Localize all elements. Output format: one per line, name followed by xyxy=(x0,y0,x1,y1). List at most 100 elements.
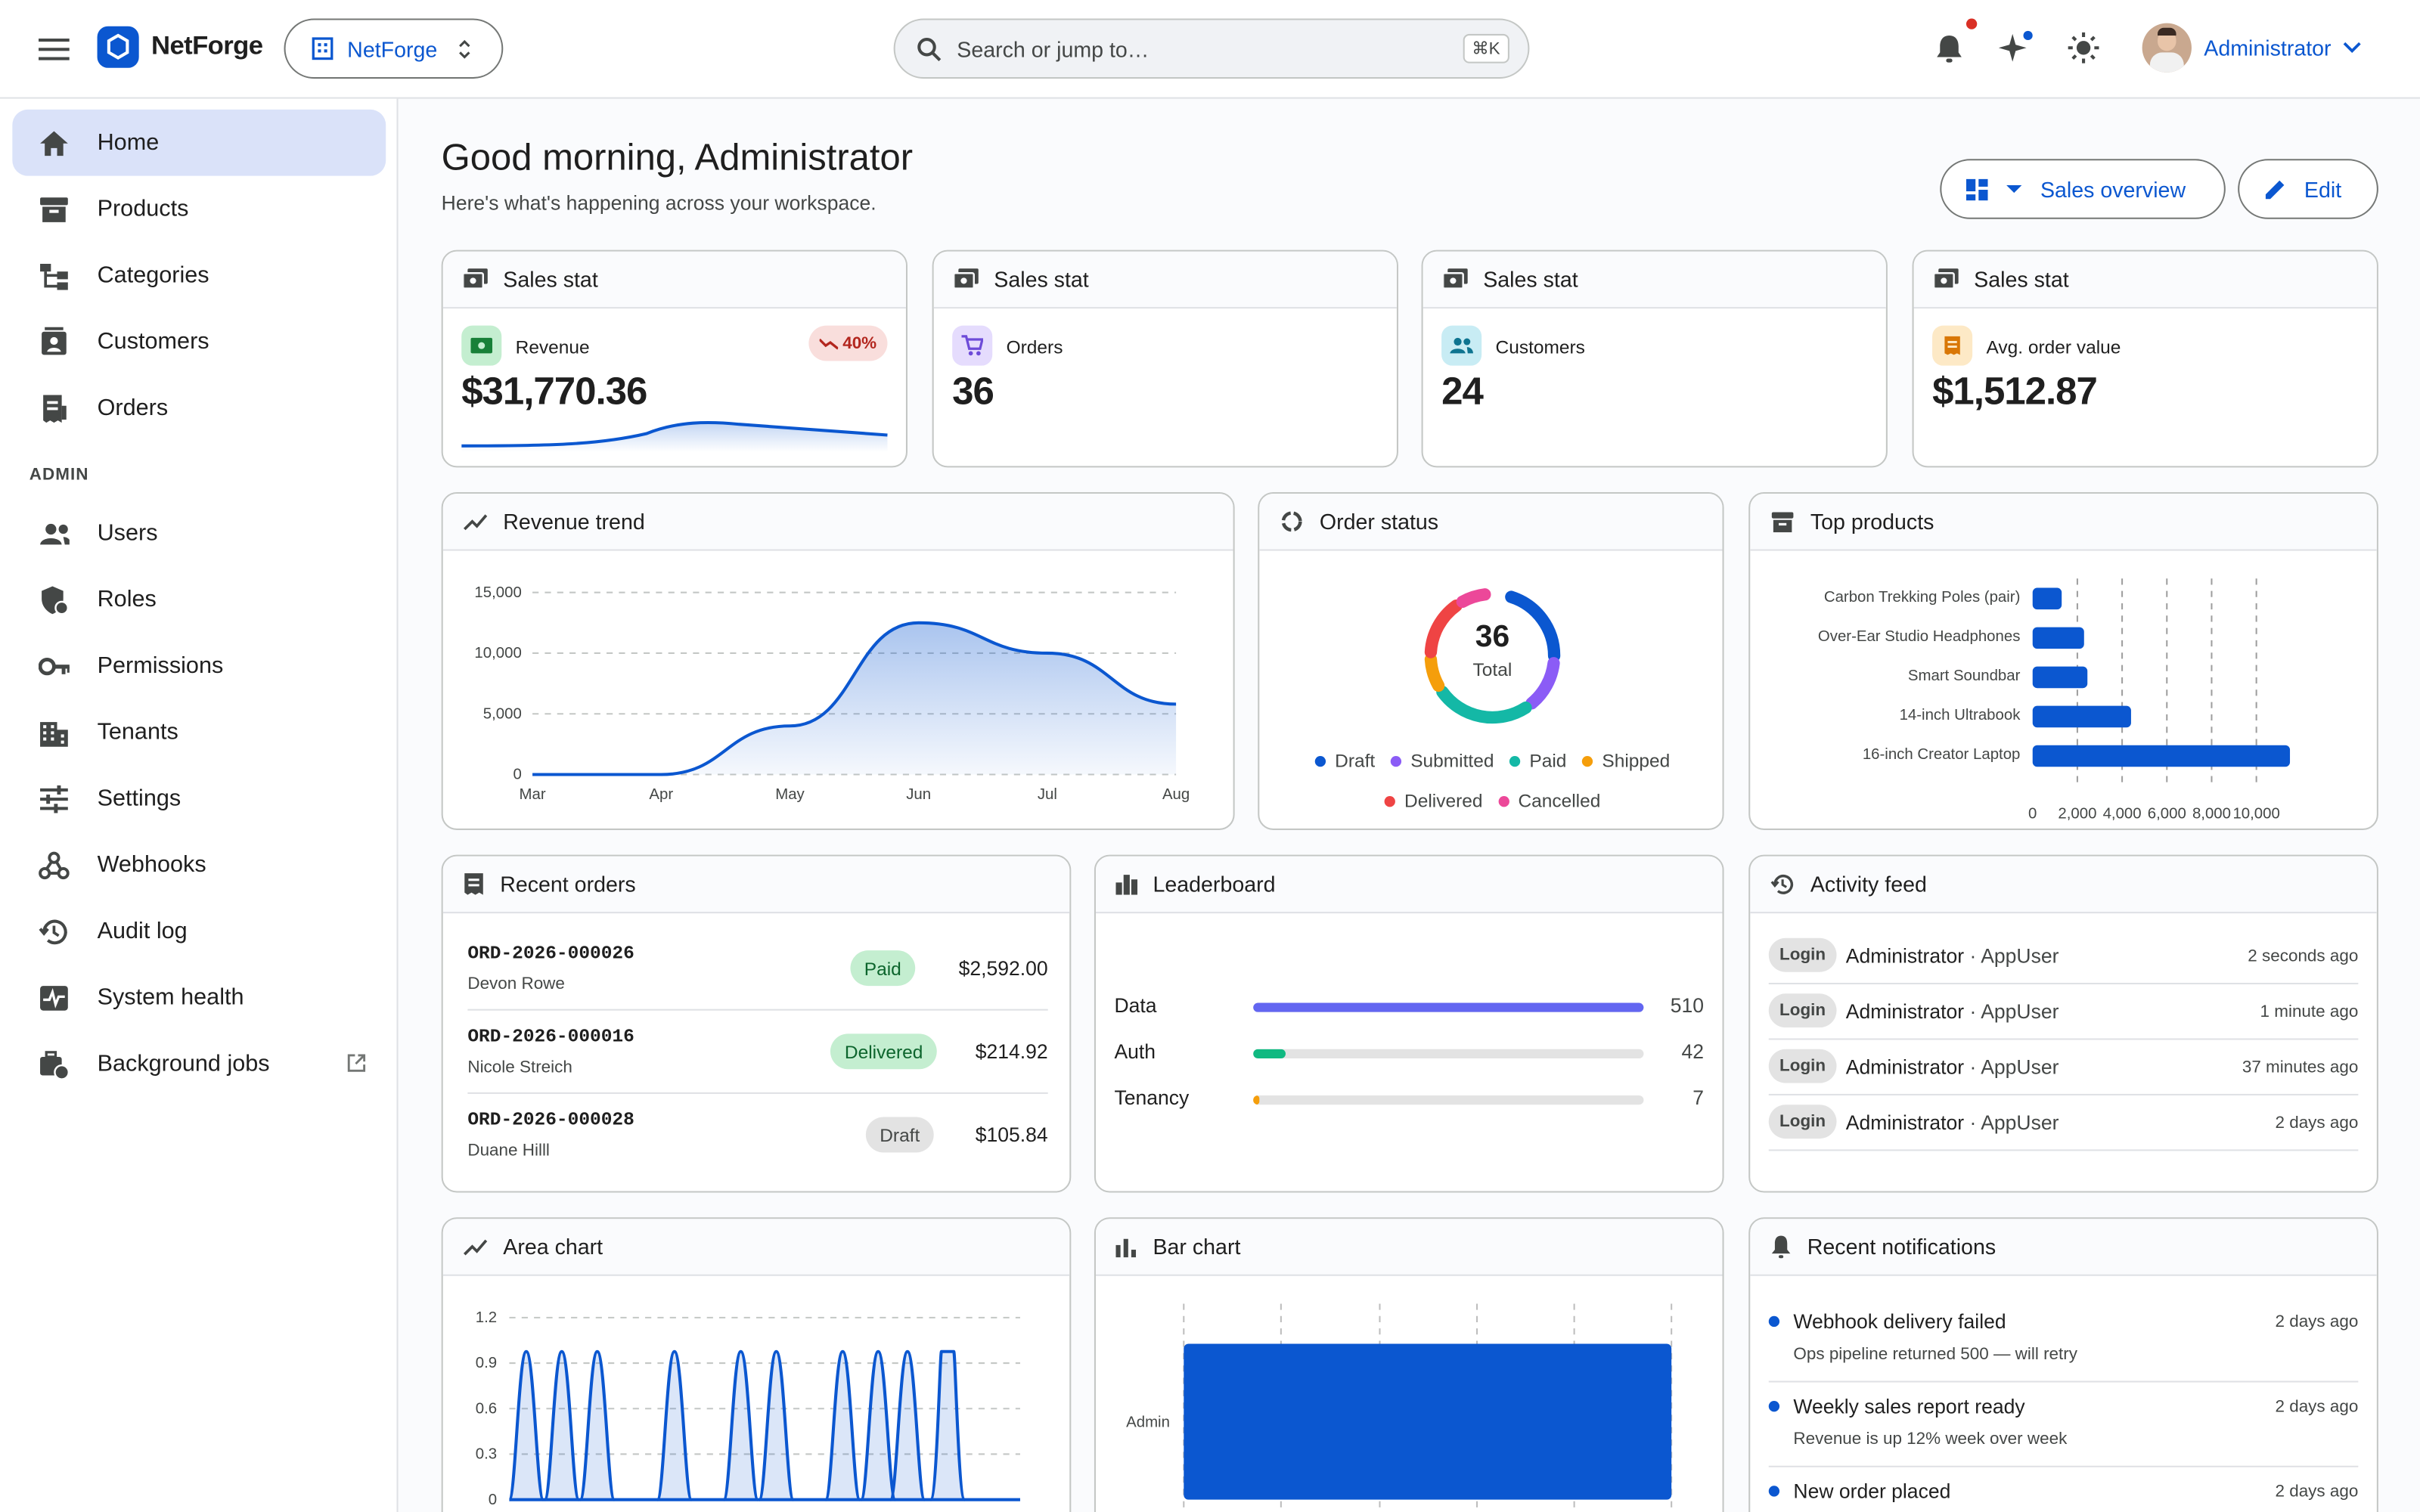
trend-badge: 40% xyxy=(808,325,888,361)
people-icon xyxy=(39,518,70,549)
brand-name: NetForge xyxy=(150,30,263,60)
page-title: Good morning, Administrator xyxy=(441,137,914,179)
order-amount: $2,592.00 xyxy=(958,956,1048,980)
table-row[interactable]: ORD-2026-000028 Duane Hilll Draft $105.8… xyxy=(467,1094,1047,1177)
search-input[interactable]: Search or jump to… ⌘K xyxy=(893,18,1530,79)
menu-icon[interactable] xyxy=(34,29,74,70)
legend-item: Cancelled xyxy=(1497,790,1600,811)
x-tick-label: Jun xyxy=(906,786,931,803)
activity-entity: AppUser xyxy=(1981,943,2059,968)
sidebar-item-permissions[interactable]: Permissions xyxy=(12,633,386,699)
dashboard-view-button[interactable]: Sales overview xyxy=(1940,159,2226,219)
legend-item: Delivered xyxy=(1384,790,1483,811)
revenue-sparkline xyxy=(461,420,888,452)
sidebar-item-products[interactable]: Products xyxy=(12,176,386,243)
list-item[interactable]: Login Administrator · AppUser 2 seconds … xyxy=(1768,929,2359,985)
cart-icon xyxy=(952,325,993,366)
y-tick-label: Over-Ear Studio Headphones xyxy=(1818,628,2021,645)
stat-card-orders: Sales stat Orders 36 xyxy=(932,249,1398,468)
search-icon xyxy=(917,36,942,61)
notification-title: Weekly sales report ready xyxy=(1793,1394,2025,1418)
receipt-icon xyxy=(39,392,70,423)
activity-time: 2 days ago xyxy=(2275,1114,2359,1132)
sidebar-item-categories[interactable]: Categories xyxy=(12,242,386,308)
activity-user: Administrator xyxy=(1845,1111,1965,1134)
donut-icon xyxy=(1281,511,1302,532)
tenant-switcher[interactable]: NetForge xyxy=(284,18,504,79)
sidebar-item-tenants[interactable]: Tenants xyxy=(12,699,386,765)
sidebar-item-users[interactable]: Users xyxy=(12,500,386,566)
notification-time: 2 days ago xyxy=(2275,1483,2359,1501)
sidebar-item-customers[interactable]: Customers xyxy=(12,308,386,375)
leaderboard-bar-fill xyxy=(1253,1095,1260,1105)
leaderboard-card: Leaderboard Data 510 Auth 42 Tenancy 7 xyxy=(1094,854,1724,1193)
sidebar-item-label: Settings xyxy=(97,785,182,812)
x-tick-label: May xyxy=(775,786,805,803)
unread-dot xyxy=(1768,1315,1780,1328)
sparkle-icon[interactable] xyxy=(1996,28,2036,68)
y-tick-label: 16-inch Creator Laptop xyxy=(1863,746,2021,763)
card-title: Area chart xyxy=(503,1234,603,1259)
theme-toggle-icon[interactable] xyxy=(2064,28,2104,68)
y-tick-label: 10,000 xyxy=(474,645,521,662)
sidebar-item-label: Categories xyxy=(97,262,209,289)
money-icon xyxy=(954,268,979,290)
table-row[interactable]: ORD-2026-000026 Devon Rowe Paid $2,592.0… xyxy=(467,928,1048,1011)
unread-dot xyxy=(1768,1486,1780,1497)
area-chart: 1.2 0.9 0.6 0.3 0 xyxy=(476,1309,1020,1508)
bar-chart-icon xyxy=(1115,1238,1137,1258)
stat-card-avg-order-value: Sales stat Avg. order value $1,512.87 xyxy=(1912,249,2378,468)
legend-item: Paid xyxy=(1509,750,1566,771)
unfold-icon xyxy=(459,39,471,58)
y-tick-label: 0 xyxy=(489,1492,497,1508)
home-icon xyxy=(39,127,70,158)
people-icon xyxy=(1441,325,1482,366)
activity-user: Administrator xyxy=(1845,1055,1965,1079)
list-item[interactable]: Weekly sales report ready Revenue is up … xyxy=(1768,1383,2359,1467)
list-item[interactable]: Login Administrator · AppUser 1 minute a… xyxy=(1768,984,2359,1040)
stat-label: Avg. order value xyxy=(1986,336,2121,358)
history-icon xyxy=(39,916,70,947)
archive-icon xyxy=(1771,511,1794,532)
sidebar-item-label: Orders xyxy=(97,395,169,422)
sidebar-item-label: Background jobs xyxy=(97,1050,270,1077)
list-item[interactable]: New order placed 2 days ago xyxy=(1768,1467,2359,1512)
notifications-icon[interactable] xyxy=(1929,18,1978,68)
activity-entity: AppUser xyxy=(1981,1111,2059,1134)
sidebar-item-system-health[interactable]: System health xyxy=(12,965,386,1031)
sidebar-item-orders[interactable]: Orders xyxy=(12,375,386,442)
page-subtitle: Here's what's happening across your work… xyxy=(441,191,876,215)
list-item[interactable]: Login Administrator · AppUser 37 minutes… xyxy=(1768,1040,2359,1095)
list-item[interactable]: Webhook delivery failed Ops pipeline ret… xyxy=(1768,1297,2359,1383)
area-chart-card: Area chart 1.2 0.9 0.6 0.3 0 xyxy=(441,1217,1072,1512)
sidebar-item-label: Users xyxy=(97,519,158,547)
notification-title: Webhook delivery failed xyxy=(1793,1309,2006,1334)
status-badge: Paid xyxy=(850,950,916,987)
edit-button[interactable]: Edit xyxy=(2238,159,2378,219)
stat-value: $31,770.36 xyxy=(461,370,647,414)
card-title: Activity feed xyxy=(1810,872,1927,897)
activity-user: Administrator xyxy=(1845,943,1965,968)
search-placeholder: Search or jump to… xyxy=(957,36,1150,61)
user-menu[interactable]: Administrator xyxy=(2142,23,2363,73)
sidebar-item-background-jobs[interactable]: Background jobs xyxy=(12,1030,386,1097)
list-item[interactable]: Login Administrator · AppUser 2 days ago xyxy=(1768,1095,2359,1151)
stat-value: 36 xyxy=(952,370,994,414)
card-title: Top products xyxy=(1810,509,1934,534)
sidebar-item-audit-log[interactable]: Audit log xyxy=(12,898,386,965)
sidebar-item-webhooks[interactable]: Webhooks xyxy=(12,832,386,898)
card-title: Recent notifications xyxy=(1807,1234,1996,1259)
sidebar-item-settings[interactable]: Settings xyxy=(12,765,386,832)
trending-down-icon xyxy=(819,337,839,349)
sidebar-item-label: Products xyxy=(97,196,189,222)
sidebar-item-label: Customers xyxy=(97,328,209,355)
top-products-chart: 0 2,000 4,000 6,000 8,000 10,000 Carbon Trekki… xyxy=(1818,578,2291,823)
monitor-heart-icon xyxy=(39,982,70,1013)
bar-category-label: Admin xyxy=(1126,1414,1170,1431)
x-tick-label: 8,000 xyxy=(2192,806,2231,823)
activity-tag: Login xyxy=(1768,993,1837,1028)
sidebar-item-roles[interactable]: Roles xyxy=(12,566,386,633)
x-tick-label: Mar xyxy=(520,786,546,803)
table-row[interactable]: ORD-2026-000016 Nicole Streich Delivered… xyxy=(467,1011,1048,1094)
sidebar-item-home[interactable]: Home xyxy=(12,109,386,176)
